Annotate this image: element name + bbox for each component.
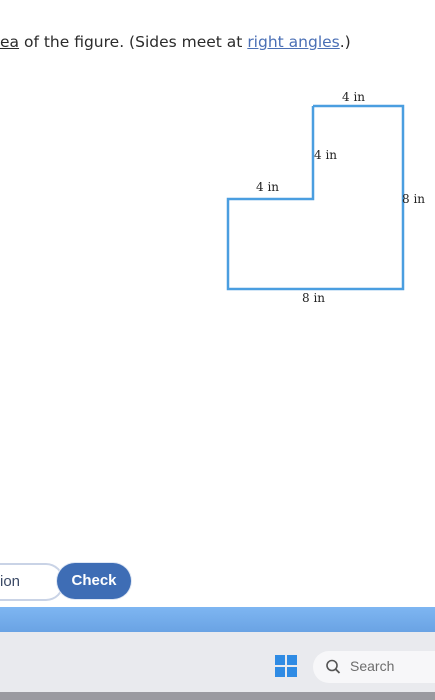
label-right-side: 8 in (402, 192, 426, 206)
screen-bottom-edge (0, 692, 435, 700)
check-button[interactable]: Check (57, 563, 131, 599)
search-icon (326, 659, 341, 674)
problem-page: ea of the figure. (Sides meet at right a… (0, 0, 435, 607)
label-bottom-side: 8 in (302, 291, 326, 305)
taskbar-search-box[interactable]: Search (313, 651, 435, 683)
windows-start-icon[interactable] (275, 655, 297, 677)
partial-left-button-label: ion (0, 573, 21, 590)
search-placeholder: Search (350, 658, 395, 674)
label-inner-vertical-side: 4 in (314, 148, 338, 162)
label-top-side: 4 in (342, 90, 366, 104)
partial-left-button[interactable]: ion (0, 563, 64, 601)
l-shape-figure (226, 104, 405, 291)
footer-bar (0, 607, 435, 632)
figure-outline (226, 104, 405, 291)
label-left-ledge-side: 4 in (256, 180, 280, 194)
